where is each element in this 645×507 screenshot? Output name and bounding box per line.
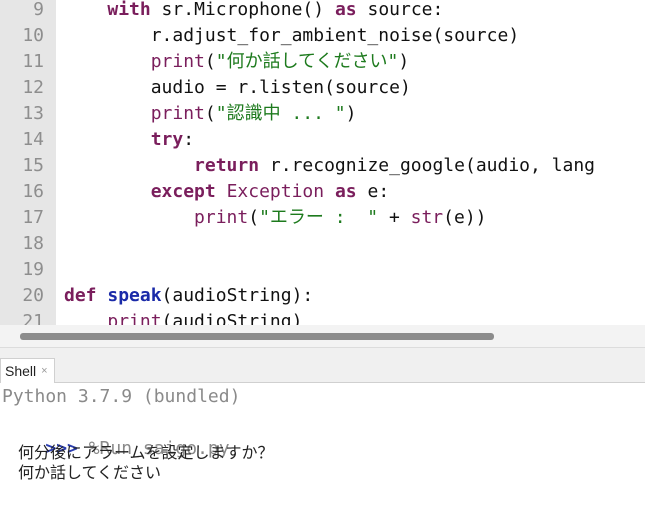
code-token: "認識中 ... " (215, 103, 346, 124)
code-line[interactable]: print("エラー : " + str(e)) (64, 205, 487, 231)
horizontal-scrollbar[interactable] (0, 325, 645, 348)
tab-shell-label: Shell (5, 363, 37, 379)
line-number-gutter: 9 10 11 12 13 14 15 16 17 18 19 20 21 (0, 0, 56, 325)
code-token: def (64, 285, 97, 306)
tab-shell[interactable]: Shell × (0, 358, 55, 383)
code-token: ( (204, 103, 216, 124)
shell-output-line: 何か話してください (18, 463, 162, 482)
close-icon[interactable]: × (41, 359, 47, 383)
code-token: ( (204, 51, 216, 72)
shell-panel[interactable]: Python 3.7.9 (bundled) >>> %Run saigo.py… (0, 383, 645, 507)
code-token: (audioString): (161, 285, 314, 306)
code-token: print (107, 311, 162, 325)
code-token: try (150, 129, 184, 150)
code-token: ) (398, 51, 410, 72)
code-token: r.adjust_for_ambient_noise(source) (64, 25, 520, 46)
code-line[interactable]: print("何か話してください") (64, 49, 409, 75)
code-token: speak (107, 285, 162, 306)
code-token: ( (248, 207, 260, 228)
shell-output-line: 何分後にアラームを設定しますか？ (18, 443, 274, 462)
line-number: 20 (22, 285, 44, 306)
code-token: r.recognize_google(audio, lang (259, 155, 596, 176)
code-token: : (183, 129, 195, 150)
line-number: 16 (22, 181, 44, 202)
code-editor[interactable]: 9 10 11 12 13 14 15 16 17 18 19 20 21 with sr.Microp… (0, 0, 645, 325)
code-line[interactable]: print(audioString) (64, 309, 302, 325)
code-token: except (150, 181, 216, 202)
code-line[interactable]: with sr.Microphone() as source: (64, 0, 443, 23)
code-token: print (150, 51, 205, 72)
code-token: sr.Microphone() (150, 0, 335, 20)
code-token: "何か話してください" (215, 51, 399, 72)
line-number: 14 (22, 129, 44, 150)
line-number: 21 (22, 311, 44, 325)
line-number: 13 (22, 103, 44, 124)
code-token: source: (356, 0, 444, 20)
code-line[interactable]: return r.recognize_google(audio, lang (64, 153, 595, 179)
code-token: (audioString) (161, 311, 303, 325)
code-token: "エラー : " (259, 207, 379, 228)
shell-command-line: >>> %Run saigo.py (2, 410, 229, 459)
code-token: (e)) (443, 207, 487, 228)
line-number: 11 (22, 51, 44, 72)
code-token: as (334, 0, 357, 20)
scrollbar-thumb[interactable] (20, 333, 494, 340)
code-line[interactable]: except Exception as e: (64, 179, 389, 205)
code-token: str (410, 207, 444, 228)
code-token: e: (356, 181, 390, 202)
code-line[interactable]: try: (64, 127, 194, 153)
code-token: with (107, 0, 151, 20)
code-token: return (194, 155, 260, 176)
code-token: Exception (226, 181, 325, 202)
line-number: 12 (22, 77, 44, 98)
code-line[interactable]: r.adjust_for_ambient_noise(source) (64, 23, 519, 49)
shell-version-text: Python 3.7.9 (bundled) (2, 386, 241, 407)
line-number: 15 (22, 155, 44, 176)
code-line[interactable]: audio = r.listen(source) (64, 75, 411, 101)
shell-tab-bar: Shell × (0, 348, 645, 383)
line-number: 9 (33, 0, 44, 20)
line-number: 19 (22, 259, 44, 280)
code-token: + (378, 207, 411, 228)
code-line[interactable]: print("認識中 ... ") (64, 101, 357, 127)
line-number: 10 (22, 25, 44, 46)
code-token: as (334, 181, 357, 202)
code-line[interactable]: def speak(audioString): (64, 283, 313, 309)
code-token: audio = r.listen(source) (64, 77, 411, 98)
line-number: 17 (22, 207, 44, 228)
line-number: 18 (22, 233, 44, 254)
code-token: ) (345, 103, 357, 124)
code-token: print (194, 207, 249, 228)
code-token: print (150, 103, 205, 124)
